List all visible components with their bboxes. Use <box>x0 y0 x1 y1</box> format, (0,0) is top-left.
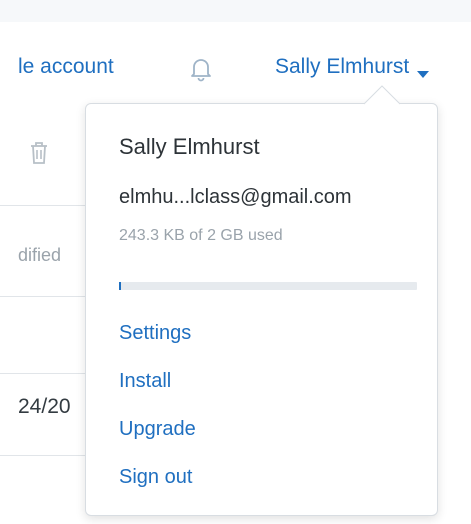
menu-item-settings[interactable]: Settings <box>119 322 191 345</box>
user-menu-trigger[interactable]: Sally Elmhurst <box>275 55 431 79</box>
user-menu-dropdown: Sally Elmhurst elmhu...lclass@gmail.com … <box>85 103 438 516</box>
user-name-label: Sally Elmhurst <box>275 55 410 78</box>
divider <box>0 296 85 297</box>
caret-down-icon <box>415 62 431 78</box>
menu-item-sign-out[interactable]: Sign out <box>119 466 192 489</box>
account-link[interactable]: le account <box>18 55 114 79</box>
divider <box>0 205 85 206</box>
storage-usage-text: 243.3 KB of 2 GB used <box>119 227 283 244</box>
dropdown-user-email: elmhu...lclass@gmail.com <box>119 186 352 208</box>
row-date-cell: 24/20 <box>18 395 71 418</box>
top-strip <box>0 0 471 22</box>
modified-column-header[interactable]: dified <box>18 245 61 266</box>
divider <box>0 455 85 456</box>
dropdown-user-name: Sally Elmhurst <box>119 134 260 159</box>
menu-item-install[interactable]: Install <box>119 370 171 393</box>
storage-usage-fill <box>119 282 121 290</box>
storage-usage-bar <box>119 282 417 290</box>
bell-icon[interactable] <box>187 55 215 83</box>
divider <box>0 373 85 374</box>
dropdown-pointer <box>363 85 401 106</box>
menu-item-upgrade[interactable]: Upgrade <box>119 418 196 441</box>
trash-icon[interactable] <box>28 140 50 166</box>
